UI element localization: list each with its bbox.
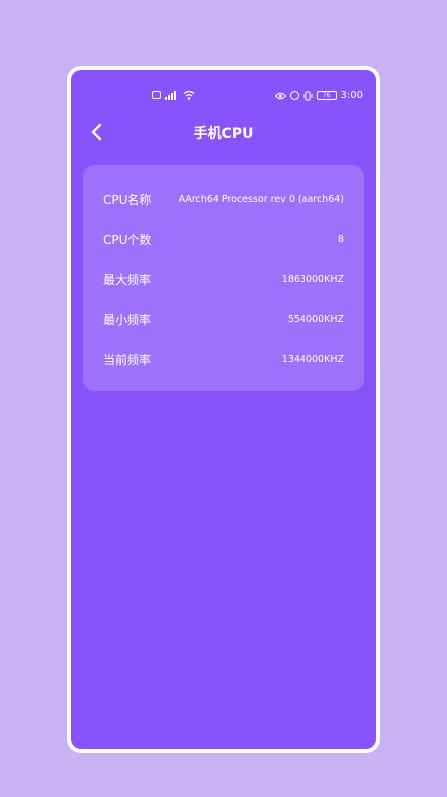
status-right: 76 3:00 <box>274 90 363 101</box>
wifi-icon <box>183 90 195 100</box>
row-value: 8 <box>337 233 344 245</box>
signal-icon <box>165 90 179 100</box>
app-screen: 76 3:00 手机CPU CPU名称 AArch64 Processor re… <box>71 70 376 749</box>
page-title: 手机CPU <box>193 126 254 142</box>
row-value: 554000KHZ <box>287 313 344 325</box>
status-time: 3:00 <box>340 90 363 101</box>
status-left <box>152 90 195 100</box>
info-row-current-frequency: 当前频率 1344000KHZ <box>103 349 344 369</box>
cpu-info-card: CPU名称 AArch64 Processor rev 0 (aarch64) … <box>83 165 364 391</box>
eye-icon <box>274 92 286 99</box>
row-label: CPU名称 <box>103 192 152 207</box>
info-row-cpu-name: CPU名称 AArch64 Processor rev 0 (aarch64) <box>103 189 344 209</box>
info-row-cpu-count: CPU个数 8 <box>103 229 344 249</box>
status-bar: 76 3:00 <box>71 90 376 104</box>
nfc-icon <box>152 91 161 99</box>
info-row-max-frequency: 最大频率 1863000KHZ <box>103 269 344 289</box>
vibrate-icon <box>303 91 313 100</box>
row-label: 当前频率 <box>103 352 152 367</box>
device-frame: 76 3:00 手机CPU CPU名称 AArch64 Processor re… <box>67 66 380 753</box>
row-label: CPU个数 <box>103 232 152 247</box>
row-value: 1344000KHZ <box>281 353 344 365</box>
info-row-min-frequency: 最小频率 554000KHZ <box>103 309 344 329</box>
row-value: AArch64 Processor rev 0 (aarch64) <box>178 193 344 205</box>
row-label: 最小频率 <box>103 312 152 327</box>
alarm-icon <box>289 91 299 100</box>
row-label: 最大频率 <box>103 272 152 287</box>
app-header: 手机CPU <box>71 120 376 144</box>
battery-indicator: 76 <box>316 91 337 100</box>
row-value: 1863000KHZ <box>281 273 344 285</box>
